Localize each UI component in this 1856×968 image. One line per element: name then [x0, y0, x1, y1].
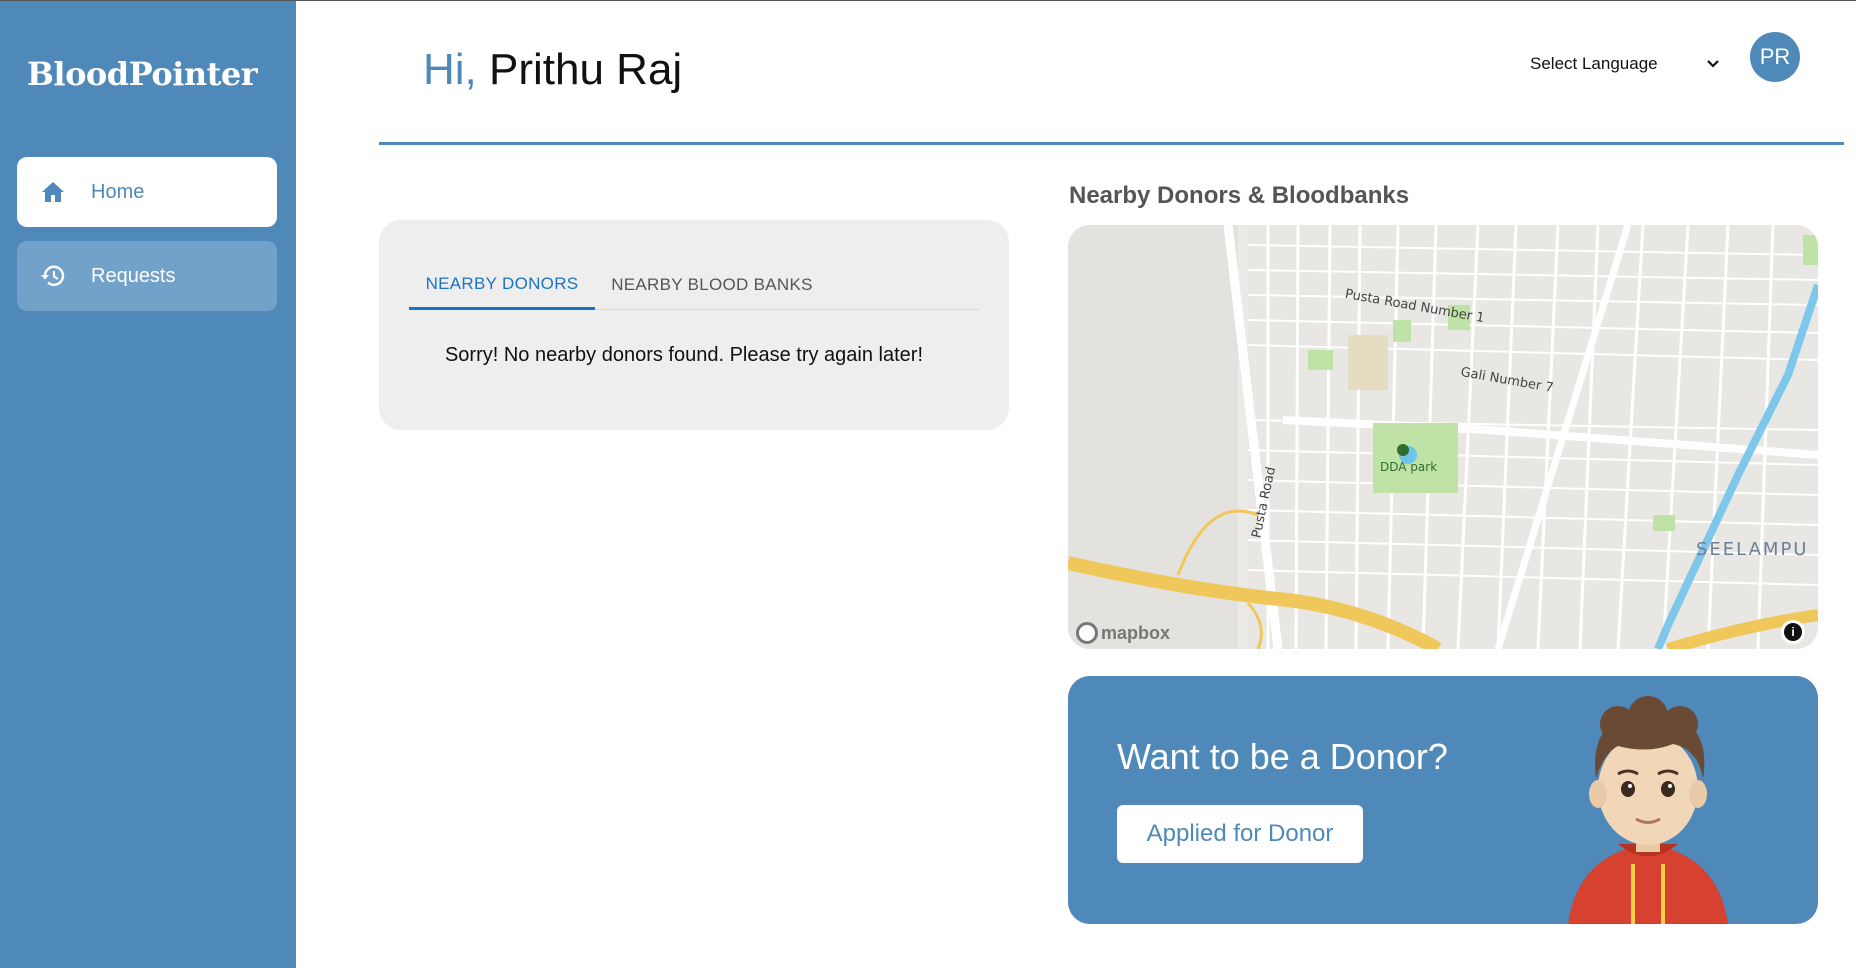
empty-state-message: Sorry! No nearby donors found. Please tr… — [444, 344, 924, 366]
sidebar-item-label: Requests — [91, 264, 176, 287]
page-title: Hi, Prithu Raj — [423, 45, 682, 95]
greeting-hi: Hi, — [423, 45, 477, 94]
info-icon: i — [1784, 623, 1802, 641]
map-section-title: Nearby Donors & Bloodbanks — [1069, 182, 1410, 209]
home-icon — [39, 178, 67, 206]
map-info-button[interactable]: i — [1781, 620, 1805, 644]
mapbox-attribution: mapbox — [1101, 622, 1171, 643]
tab-bar: NEARBY DONORS NEARBY BLOOD BANKS — [409, 260, 979, 310]
donor-avatar-illustration — [1568, 696, 1728, 924]
mapbox-logo[interactable]: mapbox — [1076, 622, 1170, 644]
tab-nearby-donors[interactable]: NEARBY DONORS — [409, 260, 595, 310]
brand-logo[interactable]: BloodPointer — [0, 55, 284, 93]
chevron-down-icon — [1706, 54, 1720, 74]
map[interactable]: Pusta Road Number 1 Gali Number 7 Pusta … — [1068, 225, 1818, 649]
header-divider — [379, 142, 1844, 145]
language-select[interactable]: Select Language — [1530, 51, 1720, 77]
avatar[interactable]: PR — [1750, 32, 1800, 82]
applied-for-donor-button[interactable]: Applied for Donor — [1117, 805, 1363, 863]
map-graphic — [1068, 225, 1818, 649]
mapbox-icon — [1076, 622, 1098, 644]
history-icon — [39, 262, 67, 290]
become-donor-card: Want to be a Donor? Applied for Donor — [1068, 676, 1818, 924]
sidebar: BloodPointer Home Requests — [0, 1, 296, 968]
map-label-area: SEELAMPU — [1696, 539, 1809, 560]
sidebar-item-requests[interactable]: Requests — [17, 241, 277, 311]
nearby-card: NEARBY DONORS NEARBY BLOOD BANKS Sorry! … — [379, 220, 1009, 430]
donor-card-title: Want to be a Donor? — [1117, 736, 1448, 777]
map-label-park: DDA park — [1380, 460, 1438, 474]
sidebar-item-home[interactable]: Home — [17, 157, 277, 227]
tab-nearby-blood-banks[interactable]: NEARBY BLOOD BANKS — [595, 260, 829, 310]
language-select-label: Select Language — [1530, 54, 1658, 73]
user-name: Prithu Raj — [489, 45, 683, 94]
sidebar-item-label: Home — [91, 180, 145, 203]
